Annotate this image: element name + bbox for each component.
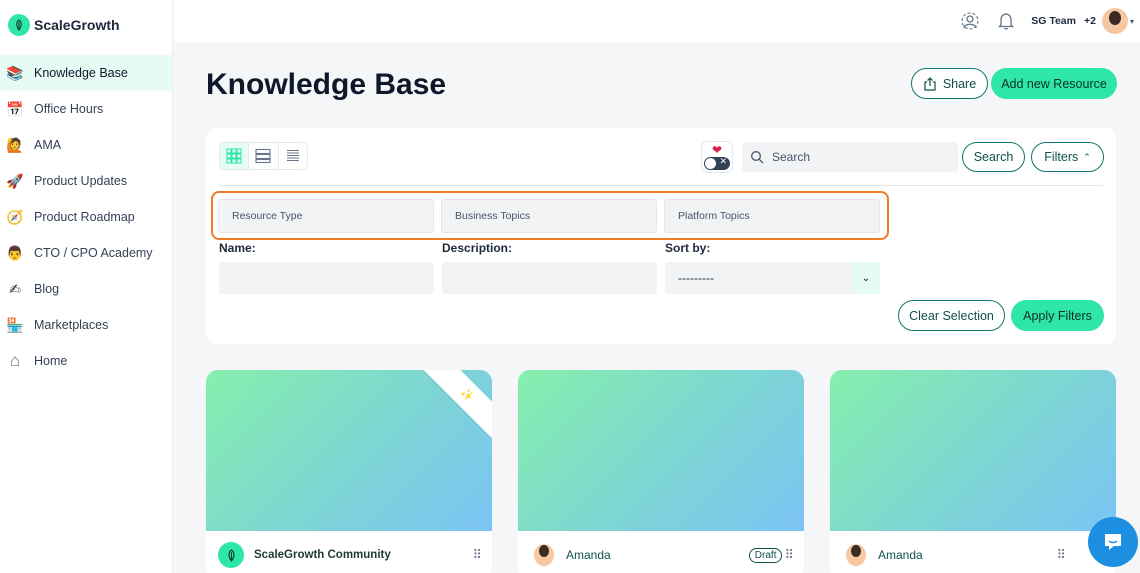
- sidebar-item-label: Blog: [34, 282, 60, 296]
- description-label: Description:: [442, 241, 513, 255]
- sidebar-item-home[interactable]: ⌂ Home: [0, 343, 172, 379]
- books-icon: 📚: [6, 64, 24, 81]
- description-input[interactable]: [442, 262, 657, 294]
- favorites-toggle[interactable]: ❤: [701, 141, 733, 173]
- sidebar-item-ama[interactable]: 🙋 AMA: [0, 127, 172, 163]
- avatar[interactable]: [1101, 8, 1128, 34]
- sidebar-item-label: Office Hours: [34, 102, 104, 116]
- sort-value: ---------: [678, 271, 714, 285]
- leaf-logo-icon: [218, 542, 244, 568]
- card-cover: ✨: [206, 370, 492, 531]
- sidebar-item-label: Home: [34, 354, 68, 368]
- sidebar-item-label: Product Roadmap: [34, 210, 135, 224]
- sidebar-item-knowledge-base[interactable]: 📚 Knowledge Base: [0, 55, 172, 91]
- sort-select[interactable]: --------- ⌄: [665, 262, 880, 294]
- card-author[interactable]: Amanda: [878, 548, 923, 562]
- sidebar-item-blog[interactable]: ✍ Blog: [0, 271, 172, 307]
- drag-handle-icon[interactable]: ⠿: [472, 547, 481, 563]
- filters-label: Filters: [1044, 150, 1079, 164]
- team-count: +2: [1084, 15, 1096, 27]
- toggle-switch: [704, 156, 730, 170]
- resource-card[interactable]: ✨ ScaleGrowth Community ⠿: [206, 370, 492, 573]
- sidebar-item-product-updates[interactable]: 🚀 Product Updates: [0, 163, 172, 199]
- drag-handle-icon[interactable]: ⠿: [784, 547, 793, 563]
- draft-badge: Draft: [748, 547, 783, 563]
- sidebar-item-label: AMA: [34, 138, 62, 152]
- resource-card[interactable]: Amanda Draft ⠿: [518, 370, 804, 573]
- compass-icon: 🧭: [6, 208, 24, 225]
- sort-label: Sort by:: [665, 241, 711, 255]
- sidebar-item-cto-cpo-academy[interactable]: 👨 CTO / CPO Academy: [0, 235, 172, 271]
- sparkle-icon: ✨: [458, 386, 476, 404]
- heart-icon: ❤: [711, 142, 723, 157]
- search-box: [742, 142, 958, 172]
- search-button[interactable]: Search: [962, 142, 1025, 172]
- filter-panel: ❤ Search Filters ⌃ Resource Type Busines…: [206, 128, 1116, 344]
- name-label: Name:: [219, 241, 256, 255]
- card-cover: [830, 370, 1116, 531]
- sidebar-nav: 📚 Knowledge Base 📅 Office Hours 🙋 AMA 🚀 …: [0, 55, 172, 379]
- clear-selection-button[interactable]: Clear Selection: [898, 300, 1005, 331]
- filters-button[interactable]: Filters ⌃: [1031, 142, 1104, 172]
- resource-type-dropdown[interactable]: Resource Type: [218, 199, 434, 233]
- brand[interactable]: ScaleGrowth: [0, 0, 172, 50]
- card-cover: [518, 370, 804, 531]
- add-new-resource-button[interactable]: Add new Resource: [991, 68, 1117, 99]
- sidebar-item-office-hours[interactable]: 📅 Office Hours: [0, 91, 172, 127]
- sidebar-item-label: Marketplaces: [34, 318, 109, 332]
- rocket-icon: 🚀: [6, 172, 24, 189]
- sidebar-item-marketplaces[interactable]: 🏪 Marketplaces: [0, 307, 172, 343]
- card-footer: Amanda ⠿: [842, 542, 1104, 568]
- share-button[interactable]: Share: [911, 68, 988, 99]
- sidebar: ScaleGrowth 📚 Knowledge Base 📅 Office Ho…: [0, 0, 173, 573]
- person-icon: 👨: [6, 244, 24, 261]
- chat-bubble-button[interactable]: [1088, 517, 1138, 567]
- community-icon[interactable]: [959, 10, 981, 32]
- card-footer: Amanda Draft ⠿: [530, 542, 794, 568]
- calendar-icon: 📅: [6, 100, 24, 117]
- sidebar-item-label: Knowledge Base: [34, 66, 128, 80]
- sidebar-item-label: CTO / CPO Academy: [34, 246, 153, 260]
- page-title: Knowledge Base: [206, 68, 447, 101]
- chevron-down-icon[interactable]: ▾: [1130, 17, 1134, 26]
- card-footer: ScaleGrowth Community ⠿: [218, 542, 482, 568]
- avatar: [842, 542, 870, 568]
- search-input[interactable]: [772, 150, 942, 164]
- leaf-logo-icon: [8, 14, 30, 36]
- card-author[interactable]: Amanda: [566, 548, 611, 562]
- card-author[interactable]: ScaleGrowth Community: [254, 549, 391, 561]
- home-icon: ⌂: [9, 351, 21, 370]
- divider: [219, 185, 1103, 186]
- bell-icon[interactable]: [995, 10, 1017, 32]
- share-icon: [924, 76, 936, 91]
- writing-hand-icon: ✍: [9, 280, 21, 297]
- topbar: SG Team +2 ▾: [174, 0, 1140, 42]
- platform-topics-dropdown[interactable]: Platform Topics: [664, 199, 880, 233]
- grid-view-icon[interactable]: [220, 143, 250, 169]
- share-label: Share: [942, 76, 977, 91]
- brand-name: ScaleGrowth: [34, 17, 120, 33]
- sidebar-item-label: Product Updates: [34, 174, 128, 188]
- card-list-view-icon[interactable]: [249, 143, 279, 169]
- business-topics-dropdown[interactable]: Business Topics: [441, 199, 657, 233]
- compact-list-view-icon[interactable]: [279, 143, 307, 169]
- search-icon: [751, 151, 764, 164]
- resource-card[interactable]: Amanda ⠿: [830, 370, 1116, 573]
- topbar-actions: SG Team +2 ▾: [959, 8, 1134, 34]
- chat-icon: [1105, 534, 1121, 550]
- chevron-down-icon: ⌄: [852, 262, 880, 294]
- drag-handle-icon[interactable]: ⠿: [1056, 547, 1065, 563]
- featured-ribbon: ✨: [418, 370, 492, 444]
- apply-filters-button[interactable]: Apply Filters: [1011, 300, 1104, 331]
- store-icon: 🏪: [6, 316, 24, 333]
- chevron-up-icon: ⌃: [1083, 151, 1091, 162]
- view-toggle: [219, 142, 308, 170]
- sidebar-item-product-roadmap[interactable]: 🧭 Product Roadmap: [0, 199, 172, 235]
- team-name[interactable]: SG Team: [1031, 15, 1076, 27]
- name-input[interactable]: [219, 262, 434, 294]
- avatar: [530, 542, 558, 568]
- raising-hand-icon: 🙋: [6, 136, 24, 153]
